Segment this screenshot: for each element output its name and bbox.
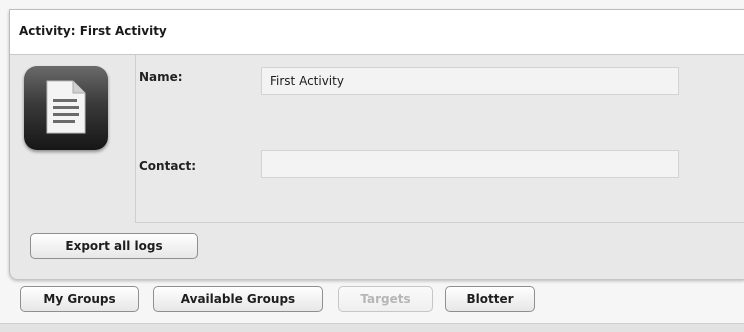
document-icon: [24, 66, 108, 150]
tab-available-groups[interactable]: Available Groups: [153, 286, 323, 312]
tab-blotter[interactable]: Blotter: [445, 286, 535, 312]
activity-details: Name: First Activity Contact:: [135, 55, 744, 223]
name-label: Name:: [139, 70, 183, 84]
page-title: Activity: First Activity: [19, 24, 167, 38]
name-field[interactable]: First Activity: [261, 67, 679, 95]
contact-field[interactable]: [261, 150, 679, 178]
tab-my-groups[interactable]: My Groups: [20, 286, 139, 312]
panel-header: Activity: First Activity: [10, 10, 744, 55]
export-logs-button[interactable]: Export all logs: [30, 233, 198, 259]
tab-targets: Targets: [338, 286, 433, 312]
contact-label: Contact:: [139, 159, 197, 173]
activity-panel: Activity: First Activity Name: First Act…: [9, 9, 744, 279]
